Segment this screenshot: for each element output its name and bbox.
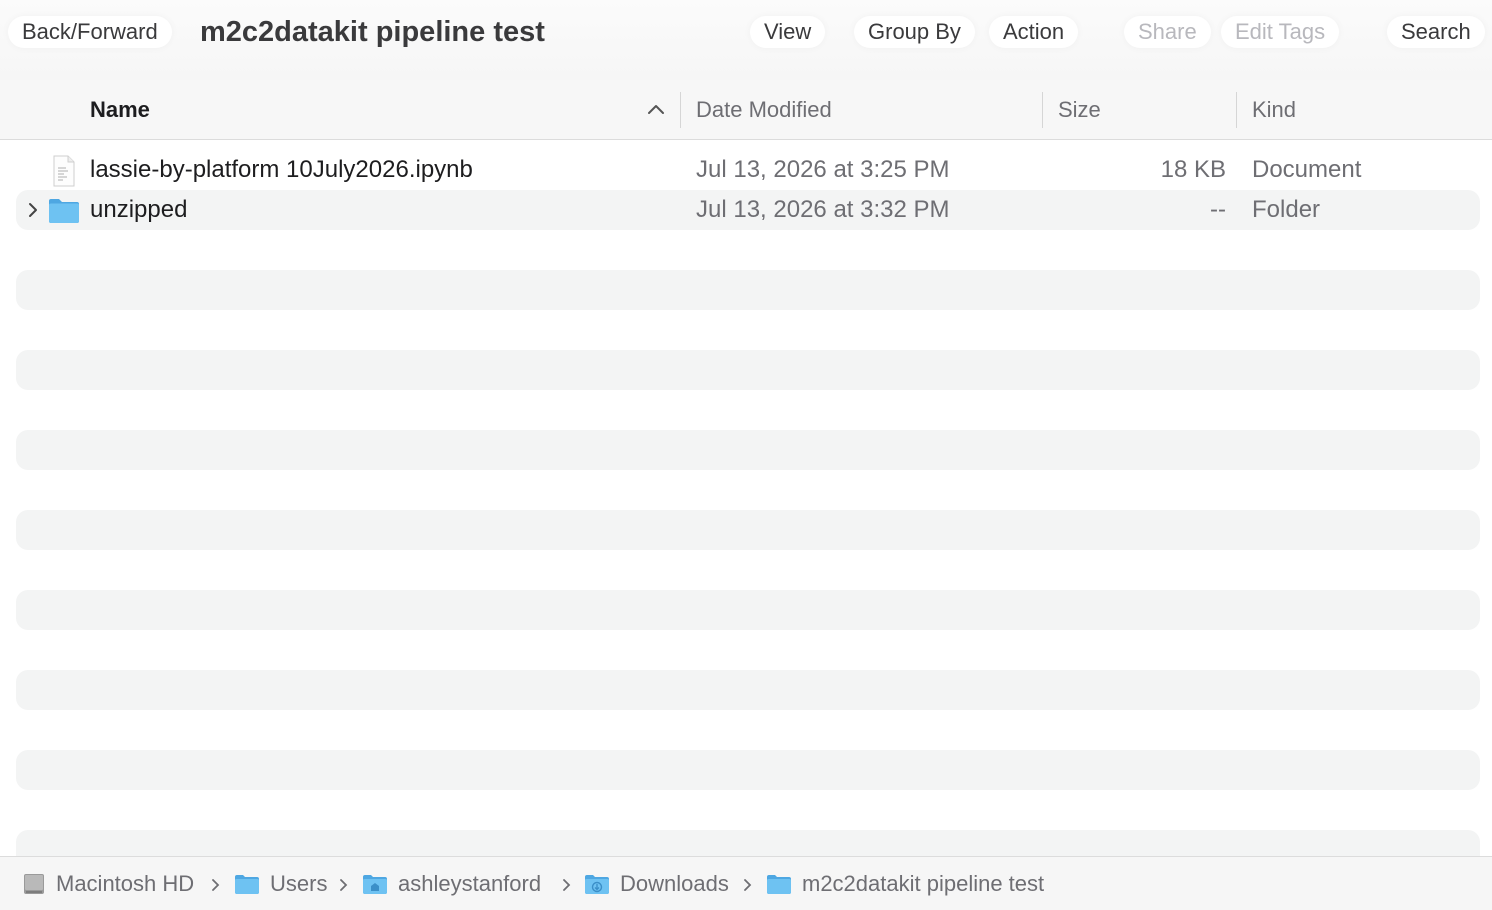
home-folder-icon xyxy=(363,875,387,894)
back-forward-button[interactable]: Back/Forward xyxy=(8,16,172,48)
path-users[interactable]: Users xyxy=(270,857,327,910)
file-row-document[interactable]: lassie-by-platform 10July2026.ipynb Jul … xyxy=(16,150,1480,190)
file-name: unzipped xyxy=(90,196,188,223)
empty-row xyxy=(16,350,1480,390)
path-ashleystanford[interactable]: ashleystanford xyxy=(398,857,541,910)
document-icon xyxy=(53,155,75,187)
empty-row xyxy=(16,670,1480,710)
empty-row xyxy=(16,830,1480,856)
empty-row xyxy=(16,750,1480,790)
column-divider[interactable] xyxy=(1236,92,1237,128)
empty-row xyxy=(16,270,1480,310)
disclosure-chevron-right-icon[interactable] xyxy=(26,201,40,219)
empty-row xyxy=(16,510,1480,550)
file-date-modified: Jul 13, 2026 at 3:25 PM xyxy=(696,156,950,183)
empty-row xyxy=(16,590,1480,630)
downloads-folder-icon xyxy=(585,875,609,894)
column-divider[interactable] xyxy=(1042,92,1043,128)
chevron-right-icon xyxy=(340,879,348,891)
sort-ascending-chevron-icon[interactable] xyxy=(646,101,666,117)
path-macintosh-hd[interactable]: Macintosh HD xyxy=(56,857,194,910)
finder-window: Back/Forward m2c2datakit pipeline test V… xyxy=(0,0,1492,910)
window-title: m2c2datakit pipeline test xyxy=(200,16,545,48)
file-kind: Document xyxy=(1252,156,1362,183)
file-size: 18 KB xyxy=(1160,156,1226,183)
search-button[interactable]: Search xyxy=(1387,16,1485,48)
group-by-button[interactable]: Group By xyxy=(854,16,975,48)
edit-tags-button[interactable]: Edit Tags xyxy=(1221,16,1340,48)
column-date-modified[interactable]: Date Modified xyxy=(696,80,832,139)
action-button[interactable]: Action xyxy=(989,16,1079,48)
path-current-folder[interactable]: m2c2datakit pipeline test xyxy=(802,857,1044,910)
path-downloads[interactable]: Downloads xyxy=(620,857,729,910)
empty-row xyxy=(16,430,1480,470)
file-kind: Folder xyxy=(1252,196,1321,223)
file-size: -- xyxy=(1210,196,1226,223)
file-list: lassie-by-platform 10July2026.ipynb Jul … xyxy=(0,140,1492,856)
chevron-right-icon xyxy=(563,879,571,891)
file-row-folder[interactable]: unzipped Jul 13, 2026 at 3:32 PM -- Fold… xyxy=(16,190,1480,230)
view-button[interactable]: View xyxy=(750,16,826,48)
chevron-right-icon xyxy=(744,879,752,891)
column-header: Name Date Modified Size Kind xyxy=(0,80,1492,140)
column-divider[interactable] xyxy=(680,92,681,128)
folder-icon xyxy=(235,875,259,894)
share-button[interactable]: Share xyxy=(1124,16,1211,48)
file-date-modified: Jul 13, 2026 at 3:32 PM xyxy=(696,196,950,223)
column-name[interactable]: Name xyxy=(90,80,150,139)
path-bar: Macintosh HD Users ashleystanford Downlo… xyxy=(0,856,1492,910)
column-kind[interactable]: Kind xyxy=(1252,80,1296,139)
folder-icon xyxy=(49,199,79,223)
file-name: lassie-by-platform 10July2026.ipynb xyxy=(90,156,473,183)
column-size[interactable]: Size xyxy=(1058,80,1101,139)
toolbar: Back/Forward m2c2datakit pipeline test V… xyxy=(0,0,1492,80)
hard-drive-icon xyxy=(24,874,44,894)
folder-icon xyxy=(767,875,791,894)
chevron-right-icon xyxy=(212,879,220,891)
